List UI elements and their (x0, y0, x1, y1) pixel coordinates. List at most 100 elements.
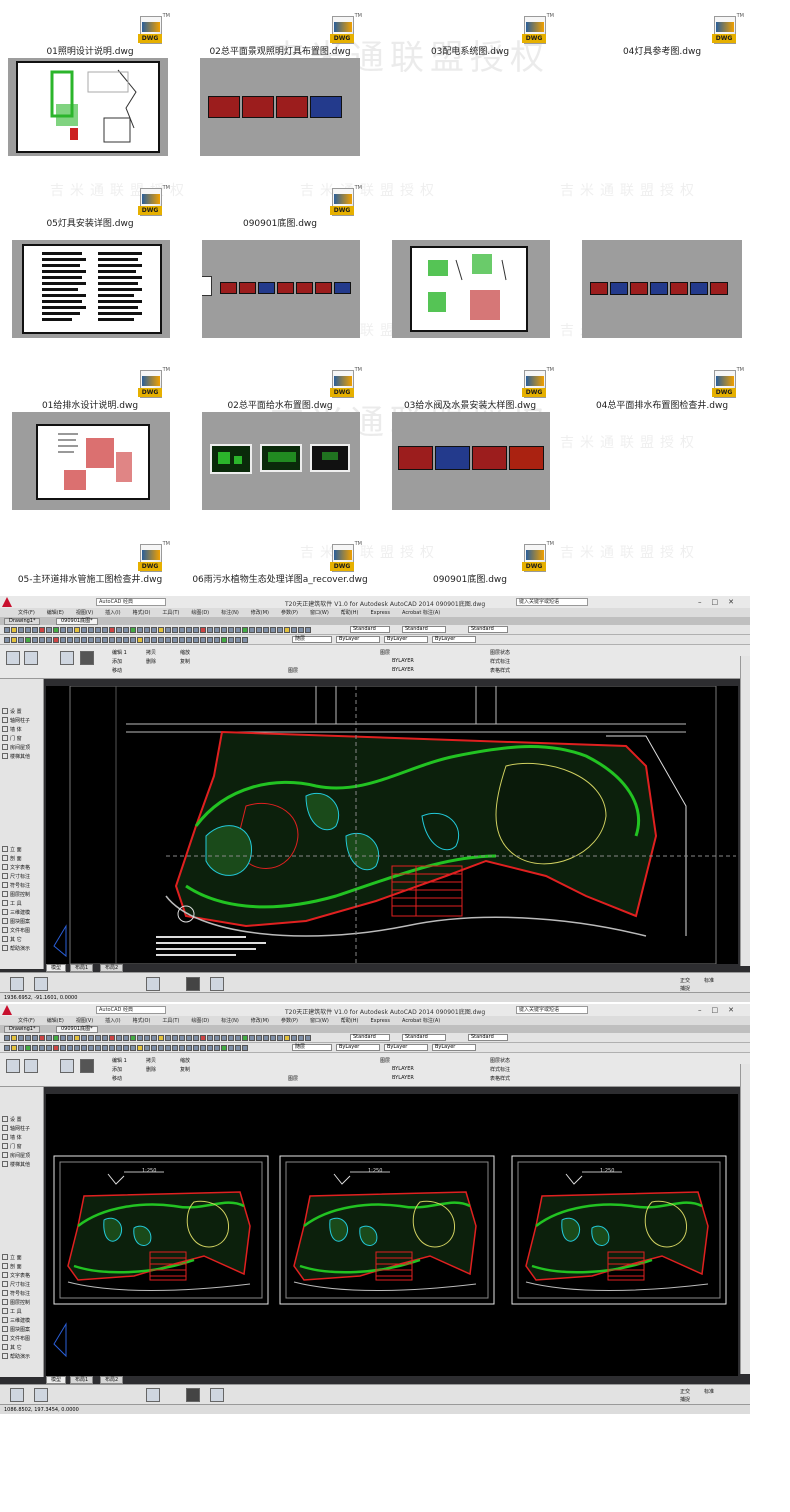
panel-item[interactable]: 工 具 (2, 1307, 44, 1315)
panel-item[interactable]: 图层控制 (2, 890, 44, 898)
panel-item[interactable]: 门 窗 (2, 1142, 44, 1150)
menu-item[interactable]: Express (370, 1018, 390, 1024)
ribbon-big-button[interactable] (34, 1388, 48, 1402)
drawing-canvas[interactable]: 1:250 1:250 1:250 (46, 1094, 738, 1376)
menu-item[interactable]: 插入(I) (105, 1017, 120, 1024)
workspace-dropdown[interactable]: AutoCAD 经典 (96, 1006, 166, 1014)
panel-item[interactable]: 设 置 (2, 707, 44, 715)
ortho-toggle[interactable]: 正交 (680, 1388, 690, 1395)
panel-item[interactable]: 房间屋顶 (2, 1151, 44, 1159)
model-tab[interactable]: 模型 (46, 1376, 67, 1384)
move-button[interactable]: 移动 (112, 1075, 122, 1082)
panel-item[interactable]: 文件布图 (2, 1334, 44, 1342)
menu-item[interactable]: 标注(N) (221, 1017, 239, 1024)
panel-item[interactable]: 符号标注 (2, 1289, 44, 1297)
panel-item[interactable]: 其 它 (2, 935, 44, 943)
menu-item[interactable]: 帮助(H) (341, 609, 359, 616)
standard-toggle[interactable]: 标准 (704, 977, 714, 984)
text-style-dropdown[interactable]: Standard (350, 626, 390, 633)
linetype-dropdown[interactable]: ByLayer (336, 1044, 380, 1051)
snap-toggle[interactable]: 捕捉 (680, 985, 690, 992)
ribbon-big-button[interactable] (186, 977, 200, 991)
panel-item[interactable]: 帮助演示 (2, 1352, 44, 1360)
ribbon-big-button[interactable] (10, 1388, 24, 1402)
panel-item[interactable]: 墙 体 (2, 1133, 44, 1141)
file-item[interactable]: DWG TM 090901底图.dwg (380, 541, 560, 585)
right-toolbar[interactable] (740, 1064, 750, 1374)
file-tab-active[interactable]: 090901底图* (56, 618, 98, 625)
layer-state-button[interactable]: 图层状态 (490, 1057, 510, 1064)
linetype-dropdown[interactable]: ByLayer (336, 636, 380, 643)
ribbon-big-button[interactable] (146, 1388, 160, 1402)
add-button[interactable]: 添加 (112, 1066, 122, 1073)
search-input[interactable]: 键入关键字或短语 (516, 598, 588, 606)
menu-item[interactable]: 编辑(E) (47, 1017, 64, 1024)
layout-tab[interactable]: 布局1 (70, 964, 94, 972)
plotstyle-dropdown[interactable]: ByLayer (432, 636, 476, 643)
panel-item[interactable]: 三维建模 (2, 1316, 44, 1324)
panel-item[interactable]: 轴网柱子 (2, 716, 44, 724)
panel-item[interactable]: 其 它 (2, 1343, 44, 1351)
ribbon-big-button[interactable] (80, 651, 94, 665)
standard-toggle[interactable]: 标准 (704, 1388, 714, 1395)
file-item[interactable]: DWG TM 04总平面排水布置图检查井.dwg (572, 367, 752, 411)
ortho-toggle[interactable]: 正交 (680, 977, 690, 984)
panel-item[interactable]: 尺寸标注 (2, 1280, 44, 1288)
ribbon-big-button[interactable] (6, 1059, 20, 1073)
edit-button[interactable]: 编辑 1 (112, 1057, 127, 1064)
panel-item[interactable]: 墙 体 (2, 725, 44, 733)
lineweight-dropdown[interactable]: ByLayer (384, 1044, 428, 1051)
toolbar-icons[interactable] (0, 627, 311, 634)
table-style-dropdown[interactable]: Standard (468, 626, 508, 633)
window-controls[interactable]: –□✕ (698, 598, 744, 606)
menu-item[interactable]: 参数(P) (281, 609, 298, 616)
panel-item[interactable]: 符号标注 (2, 881, 44, 889)
panel-item[interactable]: 图块图案 (2, 917, 44, 925)
menu-item[interactable]: 修改(M) (251, 1017, 269, 1024)
snap-toggle[interactable]: 捕捉 (680, 1396, 690, 1403)
dim-style-dropdown[interactable]: Standard (402, 626, 446, 633)
bylayer-label[interactable]: BYLAYER (392, 1066, 414, 1072)
table-style-button[interactable]: 表格样式 (490, 1075, 510, 1082)
scale-button[interactable]: 缩放 (180, 1057, 190, 1064)
edit-button[interactable]: 编辑 1 (112, 649, 127, 656)
text-style-dropdown[interactable]: Standard (350, 1034, 390, 1041)
menu-item[interactable]: 视图(V) (76, 609, 93, 616)
menu-item[interactable]: Acrobat 标注(A) (402, 1017, 440, 1024)
file-item[interactable]: DWG TM 03配电系统图.dwg (380, 13, 560, 57)
table-style-button[interactable]: 表格样式 (490, 667, 510, 674)
panel-item[interactable]: 剖 面 (2, 854, 44, 862)
menu-item[interactable]: 视图(V) (76, 1017, 93, 1024)
delete-button[interactable]: 删除 (146, 658, 156, 665)
menu-item[interactable]: 文件(F) (18, 609, 35, 616)
drawing-thumbnail[interactable] (202, 412, 360, 510)
panel-item[interactable]: 图层控制 (2, 1298, 44, 1306)
panel-item[interactable]: 剖 面 (2, 1262, 44, 1270)
move-button[interactable]: 移动 (112, 667, 122, 674)
file-item[interactable]: DWG TM 01给排水设计说明.dwg (0, 367, 180, 411)
ribbon-big-button[interactable] (6, 651, 20, 665)
panel-item[interactable]: 房间屋顶 (2, 743, 44, 751)
menu-item[interactable]: 格式(O) (133, 609, 151, 616)
layer-button[interactable]: 图层 (380, 1057, 390, 1064)
panel-item[interactable]: 工 具 (2, 899, 44, 907)
bylayer-label[interactable]: BYLAYER (392, 667, 414, 673)
file-item[interactable]: DWG TM 01照明设计说明.dwg (0, 13, 180, 57)
duplicate-button[interactable]: 复制 (180, 658, 190, 665)
menu-item[interactable]: 编辑(E) (47, 609, 64, 616)
panel-item[interactable]: 楼梯其他 (2, 1160, 44, 1168)
file-item[interactable]: DWG TM 04灯具参考图.dwg (572, 13, 752, 57)
file-item[interactable]: DWG TM 06雨污水植物生态处理详图a_recover.dwg (190, 541, 370, 585)
menu-item[interactable]: 帮助(H) (341, 1017, 359, 1024)
panel-item[interactable]: 门 窗 (2, 734, 44, 742)
ribbon-big-button[interactable] (186, 1388, 200, 1402)
copy-button[interactable]: 拷贝 (146, 1057, 156, 1064)
panel-item[interactable]: 三维建模 (2, 908, 44, 916)
layer-button[interactable]: 图层 (380, 649, 390, 656)
drawing-thumbnail[interactable] (202, 240, 360, 338)
ribbon-big-button[interactable] (24, 1059, 38, 1073)
menu-item[interactable]: 文件(F) (18, 1017, 35, 1024)
file-tab[interactable]: Drawing1* (4, 1026, 41, 1033)
panel-item[interactable]: 尺寸标注 (2, 872, 44, 880)
bylayer-label[interactable]: BYLAYER (392, 658, 414, 664)
